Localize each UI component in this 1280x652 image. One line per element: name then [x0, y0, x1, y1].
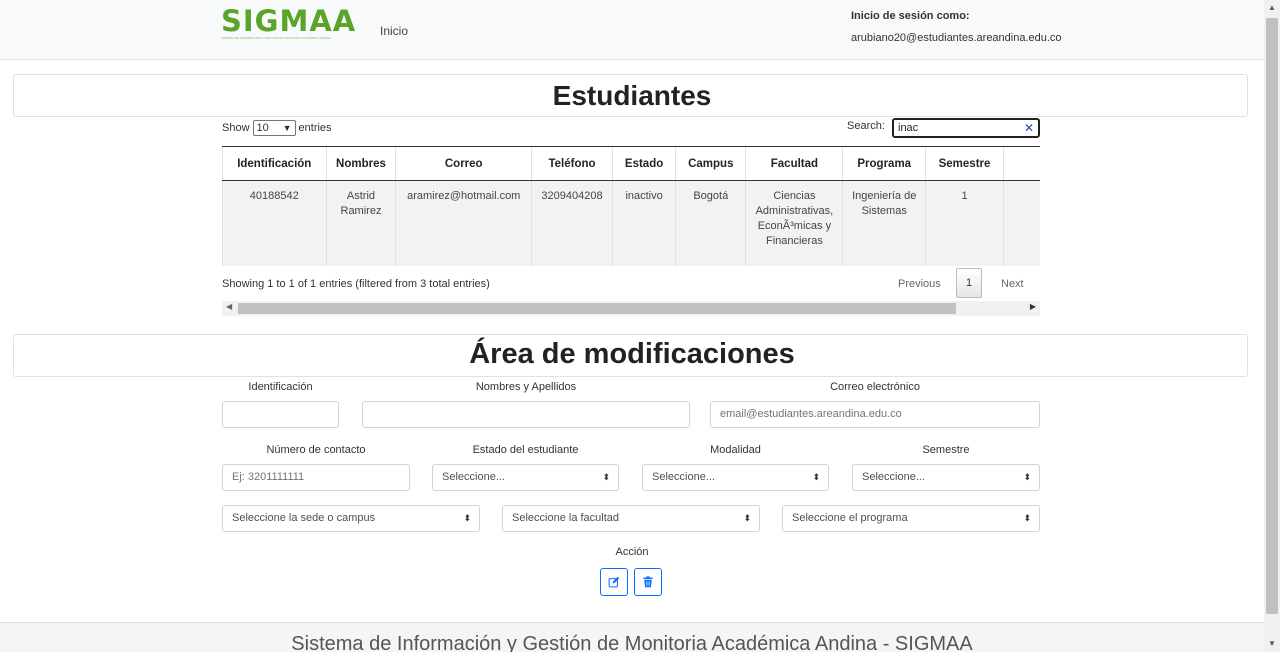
select-arrows-icon: ⬍ — [1023, 513, 1031, 523]
col-header-extra[interactable] — [1003, 146, 1040, 181]
semester-select-value: Seleccione... — [862, 471, 925, 483]
pagination-page-1[interactable]: 1 — [956, 268, 982, 298]
email-label: Correo electrónico — [830, 381, 920, 393]
col-header-nombres[interactable]: Nombres — [325, 146, 396, 181]
col-header-estado[interactable]: Estado — [611, 146, 676, 181]
contact-input[interactable]: Ej: 3201111111 — [222, 464, 410, 491]
semester-select[interactable]: Seleccione... ⬍ — [852, 464, 1040, 491]
cell-telefono: 3209404208 — [531, 180, 613, 266]
table-header-row: Identificación Nombres Correo Teléfono E… — [222, 146, 1040, 181]
action-label: Acción — [615, 546, 649, 558]
col-header-campus[interactable]: Campus — [675, 146, 746, 181]
cell-identificacion: 40188542 — [222, 180, 327, 266]
trash-icon — [643, 576, 653, 588]
contact-label: Número de contacto — [266, 444, 366, 456]
students-title: Estudiantes — [552, 80, 712, 111]
scroll-right-icon[interactable]: ▶ — [1030, 302, 1036, 311]
cell-programa: Ingeniería de Sistemas — [842, 180, 926, 266]
page-scrollbar-thumb[interactable] — [1266, 18, 1278, 614]
campus-select-value: Seleccione la sede o campus — [232, 512, 376, 524]
entries-length-control: Show 10 ▼ entries — [222, 120, 332, 136]
sigmaa-logo[interactable]: SIGMAA SISTEMA DE INFORMACIÓN Y GESTIÓN … — [221, 4, 357, 40]
cell-semestre: 1 — [925, 180, 1004, 266]
faculty-select[interactable]: Seleccione la facultad ⬍ — [502, 505, 760, 532]
scroll-up-icon[interactable]: ▲ — [1264, 0, 1280, 16]
id-label: Identificación — [248, 381, 313, 393]
nav-link-inicio[interactable]: Inicio — [380, 24, 408, 38]
search-label: Search: — [847, 120, 885, 132]
select-arrows-icon: ⬍ — [743, 513, 751, 523]
select-arrows-icon: ⬍ — [463, 513, 471, 523]
name-label: Nombres y Apellidos — [475, 381, 577, 393]
edit-icon — [608, 576, 620, 588]
select-arrows-icon: ⬍ — [812, 472, 820, 482]
col-header-telefono[interactable]: Teléfono — [531, 146, 613, 181]
col-header-semestre[interactable]: Semestre — [925, 146, 1004, 181]
navbar: SIGMAA SISTEMA DE INFORMACIÓN Y GESTIÓN … — [0, 0, 1264, 60]
table-horizontal-scrollbar[interactable]: ◀ ▶ — [222, 301, 1040, 316]
delete-button[interactable] — [634, 568, 662, 596]
search-input[interactable]: inac ✕ — [892, 118, 1040, 138]
cell-correo: aramirez@hotmail.com — [395, 180, 532, 266]
cell-estado: inactivo — [611, 180, 676, 266]
logo-text: SIGMAA — [221, 4, 357, 38]
search-value: inac — [898, 122, 919, 134]
semester-label: Semestre — [922, 444, 970, 456]
select-arrows-icon: ⬍ — [602, 472, 610, 482]
pagination-previous[interactable]: Previous — [898, 278, 941, 290]
login-label: Inicio de sesión como: — [851, 10, 970, 22]
cell-extra — [1003, 180, 1040, 266]
status-select[interactable]: Seleccione... ⬍ — [432, 464, 619, 491]
name-input[interactable] — [362, 401, 690, 428]
page-vertical-scrollbar[interactable]: ▲ ▼ — [1264, 0, 1280, 652]
scroll-left-icon[interactable]: ◀ — [226, 302, 232, 311]
col-header-identificacion[interactable]: Identificación — [222, 146, 327, 181]
login-email: arubiano20@estudiantes.areandina.edu.co — [851, 32, 1062, 44]
program-select[interactable]: Seleccione el programa ⬍ — [782, 505, 1040, 532]
students-table: Identificación Nombres Correo Teléfono E… — [222, 146, 1040, 266]
cell-facultad: Ciencias Administrativas, EconÃ³micas y … — [745, 180, 843, 266]
modality-select-value: Seleccione... — [652, 471, 715, 483]
program-select-value: Seleccione el programa — [792, 512, 908, 524]
id-input[interactable] — [222, 401, 339, 428]
entries-select[interactable]: 10 ▼ — [252, 120, 296, 136]
cell-nombres: Astrid Ramirez — [325, 180, 396, 266]
table-row[interactable]: 40188542 Astrid Ramirez aramirez@hotmail… — [222, 180, 1040, 266]
footer: Sistema de Información y Gestión de Moni… — [0, 622, 1264, 652]
col-header-correo[interactable]: Correo — [395, 146, 532, 181]
modifications-title: Área de modificaciones — [469, 338, 795, 370]
clear-search-icon[interactable]: ✕ — [1024, 120, 1034, 136]
entries-value: 10 — [256, 122, 269, 134]
campus-select[interactable]: Seleccione la sede o campus ⬍ — [222, 505, 480, 532]
status-select-value: Seleccione... — [442, 471, 505, 483]
entries-label: entries — [298, 122, 332, 134]
status-label: Estado del estudiante — [472, 444, 579, 456]
modality-label: Modalidad — [710, 444, 761, 456]
modality-select[interactable]: Seleccione... ⬍ — [642, 464, 829, 491]
col-header-programa[interactable]: Programa — [842, 146, 926, 181]
chevron-down-icon: ▼ — [282, 123, 292, 133]
footer-text: Sistema de Información y Gestión de Moni… — [291, 633, 973, 652]
scroll-down-icon[interactable]: ▼ — [1264, 636, 1280, 652]
pagination-next[interactable]: Next — [1001, 278, 1024, 290]
edit-button[interactable] — [600, 568, 628, 596]
cell-campus: Bogotá — [675, 180, 746, 266]
scrollbar-thumb[interactable] — [238, 303, 956, 314]
logo-subtitle: SISTEMA DE INFORMACIÓN Y GESTIÓN DE MONI… — [221, 36, 332, 40]
email-input[interactable]: email@estudiantes.areandina.edu.co — [710, 401, 1040, 428]
faculty-select-value: Seleccione la facultad — [512, 512, 620, 524]
show-label: Show — [222, 122, 250, 134]
col-header-facultad[interactable]: Facultad — [745, 146, 843, 181]
table-info: Showing 1 to 1 of 1 entries (filtered fr… — [222, 278, 490, 290]
select-arrows-icon: ⬍ — [1023, 472, 1031, 482]
students-table-wrapper: Identificación Nombres Correo Teléfono E… — [222, 146, 1040, 266]
